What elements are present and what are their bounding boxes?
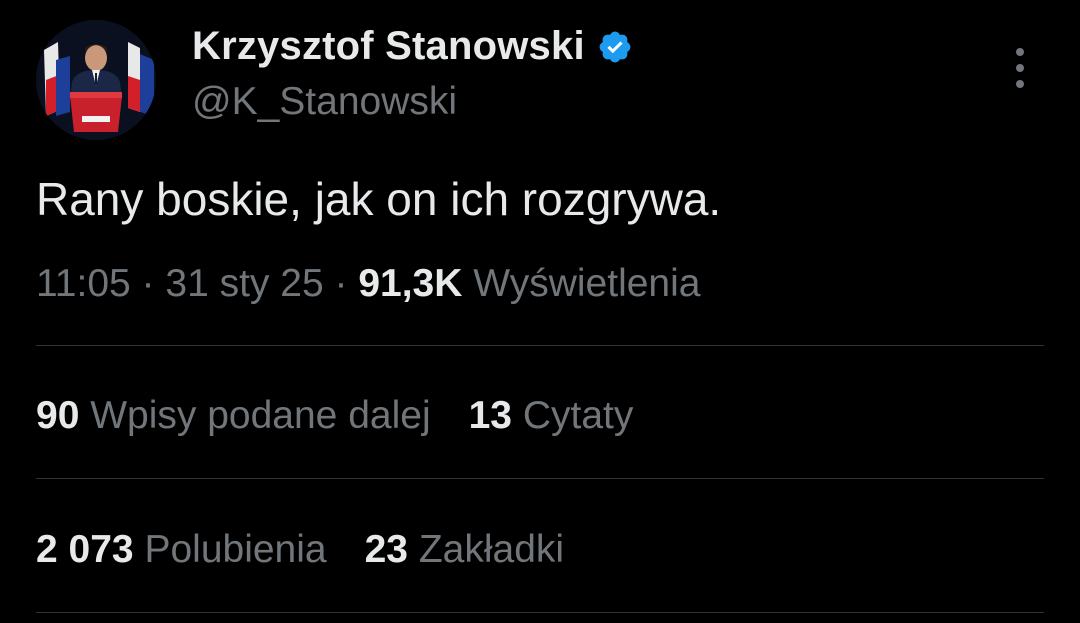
tweet-meta: 11:05 · 31 sty 25 · 91,3K Wyświetlenia <box>36 262 700 306</box>
tweet-time[interactable]: 11:05 <box>36 262 131 305</box>
more-dot <box>1016 64 1024 72</box>
bookmarks-label: Zakładki <box>418 528 565 571</box>
author-name-row[interactable]: Krzysztof Stanowski <box>192 24 633 69</box>
likes-label: Polubienia <box>144 528 327 571</box>
retweets-count: 90 <box>36 394 80 437</box>
more-dot <box>1016 80 1024 88</box>
quotes-label: Cytaty <box>522 394 634 437</box>
more-options-icon[interactable] <box>1002 44 1038 92</box>
stats-row-likes: 2 073 Polubienia 23 Zakładki <box>36 528 602 572</box>
author-display-name[interactable]: Krzysztof Stanowski <box>192 24 585 69</box>
likes-stat[interactable]: 2 073 Polubienia <box>36 528 327 572</box>
quotes-stat[interactable]: 13 Cytaty <box>469 394 634 438</box>
verified-badge-icon[interactable] <box>597 29 633 65</box>
views-label[interactable]: Wyświetlenia <box>473 262 700 305</box>
more-dot <box>1016 48 1024 56</box>
divider <box>36 478 1044 479</box>
author-handle[interactable]: @K_Stanowski <box>192 80 457 124</box>
bookmarks-count: 23 <box>364 528 408 571</box>
avatar-photo <box>36 20 156 140</box>
tweet-date[interactable]: 31 sty 25 <box>165 262 323 305</box>
likes-count: 2 073 <box>36 528 134 571</box>
meta-separator: · <box>334 262 359 305</box>
stats-row-reposts: 90 Wpisy podane dalej 13 Cytaty <box>36 394 671 438</box>
divider <box>36 345 1044 346</box>
retweets-stat[interactable]: 90 Wpisy podane dalej <box>36 394 431 438</box>
tweet-text: Rany boskie, jak on ich rozgrywa. <box>36 173 722 225</box>
avatar[interactable] <box>36 20 156 140</box>
divider <box>36 612 1044 613</box>
bookmarks-stat[interactable]: 23 Zakładki <box>365 528 564 572</box>
meta-separator: · <box>141 262 166 305</box>
quotes-count: 13 <box>468 394 512 437</box>
views-count[interactable]: 91,3K <box>358 262 462 305</box>
retweets-label: Wpisy podane dalej <box>90 394 431 437</box>
